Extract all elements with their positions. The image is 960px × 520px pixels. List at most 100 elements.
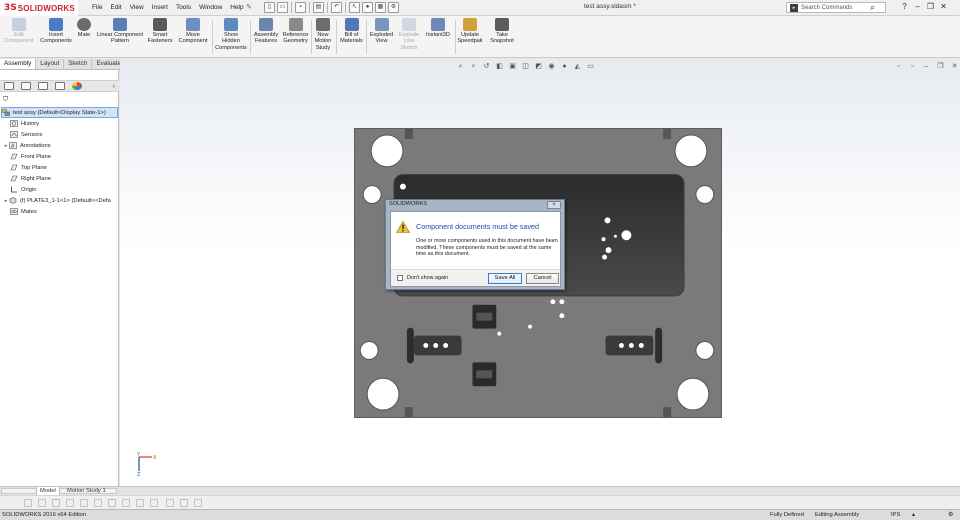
filter-icon[interactable]: ⛉ <box>3 96 8 104</box>
menu-edit[interactable]: Edit <box>106 3 125 13</box>
units-selector[interactable]: IPS <box>891 510 900 520</box>
tree-item-top-plane[interactable]: Top Plane <box>0 162 119 173</box>
tree-item-right-plane[interactable]: Right Plane <box>0 173 119 184</box>
menu-insert[interactable]: Insert <box>148 3 172 13</box>
update-speedpak-button[interactable]: Update Speedpak <box>456 18 484 45</box>
undo-icon[interactable]: ↶ <box>331 2 342 13</box>
sketch-tool-icon[interactable] <box>108 499 116 507</box>
insert-components-icon <box>49 18 63 31</box>
dont-show-again-checkbox[interactable] <box>397 275 403 281</box>
units-dropdown-icon[interactable]: ▴ <box>912 510 915 520</box>
sketch-tool-icon[interactable] <box>150 499 158 507</box>
open-document-icon[interactable]: ▭ <box>277 2 288 13</box>
minimize-icon[interactable]: – <box>913 2 922 11</box>
sketch-tool-icon[interactable] <box>180 499 188 507</box>
exploded-view-button[interactable]: Exploded View <box>368 18 395 45</box>
bill-of-materials-button[interactable]: Bill of Materials <box>338 18 365 45</box>
print-icon[interactable]: ▤ <box>313 2 324 13</box>
configuration-manager-icon[interactable] <box>38 82 48 90</box>
tree-item-front-plane[interactable]: Front Plane <box>0 151 119 162</box>
search-icon[interactable]: ⌕ <box>870 2 875 13</box>
sketch-tool-icon[interactable] <box>136 499 144 507</box>
previous-view-icon[interactable]: ↺ <box>482 62 491 71</box>
mate-button[interactable]: Mate <box>76 18 92 38</box>
viewport-close-icon[interactable]: ✕ <box>950 62 959 71</box>
tab-sketch[interactable]: Sketch <box>64 59 93 69</box>
window-controls: ? – ❐ ✕ <box>900 2 948 11</box>
tree-item-mates[interactable]: Mates <box>0 206 119 217</box>
sketch-tool-icon[interactable] <box>122 499 130 507</box>
status-options-icon[interactable]: ⚙ <box>948 510 953 520</box>
sketch-tool-icon[interactable] <box>194 499 202 507</box>
zoom-area-icon[interactable]: ⌕ <box>469 62 478 71</box>
menu-help[interactable]: Help <box>226 3 247 13</box>
feature-manager-tree-icon[interactable] <box>4 82 14 90</box>
dialog-close-button[interactable]: × <box>547 201 561 209</box>
move-component-button[interactable]: Move Component <box>177 18 209 45</box>
search-scope-icon[interactable]: ▸ <box>790 3 798 12</box>
help-icon[interactable]: ? <box>900 2 909 11</box>
sketch-tool-icon[interactable] <box>24 499 32 507</box>
close-icon[interactable]: ✕ <box>939 2 948 11</box>
instant3d-button[interactable]: Instant3D <box>423 18 453 38</box>
rebuild-icon[interactable]: ● <box>362 2 373 13</box>
edit-appearance-icon[interactable]: ● <box>560 62 569 71</box>
motion-study-icon <box>316 18 330 31</box>
insert-components-button[interactable]: Insert Components <box>38 18 74 45</box>
select-icon[interactable]: ↖ <box>349 2 360 13</box>
sketch-tool-icon[interactable] <box>66 499 74 507</box>
tree-item-origin[interactable]: Origin <box>0 184 119 195</box>
sketch-tool-icon[interactable] <box>52 499 60 507</box>
pin-menu-icon[interactable]: ✎ <box>246 3 252 11</box>
zoom-to-fit-icon[interactable]: ⌕ <box>456 62 465 71</box>
dimxpert-manager-icon[interactable] <box>55 82 65 90</box>
apply-scene-icon[interactable]: ◭ <box>573 62 582 71</box>
linear-component-pattern-button[interactable]: Linear Component Pattern <box>95 18 145 45</box>
viewport-split-icon[interactable]: ▫ <box>908 62 917 71</box>
display-manager-icon[interactable] <box>72 82 82 90</box>
hide-show-items-icon[interactable]: ◉ <box>547 62 556 71</box>
view-settings-icon[interactable]: ▭ <box>586 62 595 71</box>
edit-component-button[interactable]: Edit Component <box>3 18 35 45</box>
tree-item-plate-component[interactable]: ▸ (f) PLATE3_1-1<1> (Default<<Defa <box>0 195 119 206</box>
menu-view[interactable]: View <box>126 3 148 13</box>
sketch-tool-icon[interactable] <box>94 499 102 507</box>
tree-item-annotations[interactable]: ▸ A Annotations <box>0 140 119 151</box>
tab-layout[interactable]: Layout <box>36 59 65 69</box>
menu-file[interactable]: File <box>88 3 106 13</box>
view-orientation-icon[interactable]: ◫ <box>521 62 530 71</box>
ds-logo-icon: 3S <box>4 3 17 13</box>
smart-fasteners-button[interactable]: Smart Fasteners <box>146 18 174 45</box>
explode-line-sketch-button[interactable]: Explode Line Sketch <box>397 18 421 51</box>
viewport-minimize-icon[interactable]: – <box>922 62 931 71</box>
tree-item-sensors[interactable]: Sensors <box>0 129 119 140</box>
save-all-button[interactable]: Save All <box>488 273 522 284</box>
cancel-button[interactable]: Cancel <box>526 273 559 284</box>
menu-tools[interactable]: Tools <box>172 3 195 13</box>
section-view-icon[interactable]: ◧ <box>495 62 504 71</box>
new-document-icon[interactable]: ▯ <box>264 2 275 13</box>
take-snapshot-button[interactable]: Take Snapshot <box>487 18 517 45</box>
sketch-tool-icon[interactable] <box>80 499 88 507</box>
dynamic-annotation-icon[interactable]: ▣ <box>508 62 517 71</box>
tab-assembly[interactable]: Assembly <box>0 59 37 69</box>
sketch-tool-icon[interactable] <box>38 499 46 507</box>
restore-icon[interactable]: ❐ <box>926 2 935 11</box>
chevron-right-icon[interactable]: › <box>113 83 115 90</box>
save-icon[interactable]: ▪ <box>295 2 306 13</box>
assembly-features-button[interactable]: Assembly Features <box>252 18 280 45</box>
sketch-tool-icon[interactable] <box>166 499 174 507</box>
viewport-restore-icon[interactable]: ❐ <box>936 62 945 71</box>
viewport-layout-icon[interactable]: ▫ <box>894 62 903 71</box>
show-hidden-components-button[interactable]: Show Hidden Components <box>214 18 248 51</box>
display-style-icon[interactable]: ◩ <box>534 62 543 71</box>
file-properties-icon[interactable]: ▦ <box>375 2 386 13</box>
new-motion-study-button[interactable]: New Motion Study <box>312 18 334 51</box>
menu-window[interactable]: Window <box>195 3 226 13</box>
tree-item-history[interactable]: History <box>0 118 119 129</box>
tree-item-root-assembly[interactable]: test assy (Default<Display State-1>) <box>1 107 118 118</box>
reference-geometry-button[interactable]: Reference Geometry <box>281 18 310 45</box>
options-gear-icon[interactable]: ⚙ <box>388 2 399 13</box>
property-manager-icon[interactable] <box>21 82 31 90</box>
solidworks-logo[interactable]: 3S SOLIDWORKS <box>0 0 78 16</box>
